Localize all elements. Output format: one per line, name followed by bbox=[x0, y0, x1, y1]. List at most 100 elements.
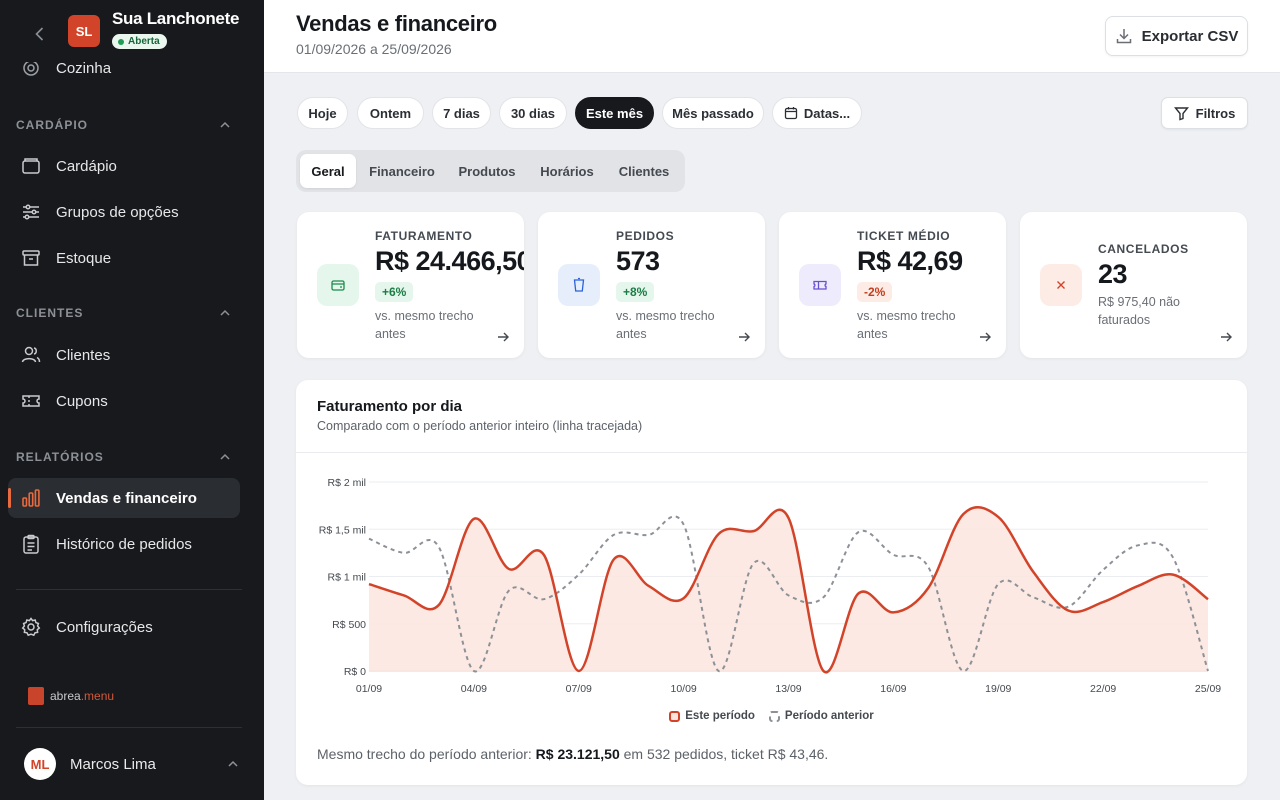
sidebar-divider bbox=[16, 589, 242, 590]
section-relatorios[interactable]: RELATÓRIOS bbox=[16, 450, 232, 464]
filters-button[interactable]: Filtros bbox=[1161, 97, 1248, 129]
tab-financeiro[interactable]: Financeiro bbox=[360, 154, 444, 188]
revenue-chart-panel: Faturamento por dia Comparado com o perí… bbox=[296, 380, 1247, 785]
chip-ontem[interactable]: Ontem bbox=[357, 97, 424, 129]
brand-mark-icon bbox=[28, 687, 44, 705]
bar-chart-icon bbox=[22, 489, 40, 507]
kpi-value: 23 bbox=[1098, 259, 1128, 289]
x-tick-label: 22/09 bbox=[1090, 683, 1116, 695]
kpi-faturamento[interactable]: FATURAMENTO R$ 24.466,50 +6% vs. mesmo t… bbox=[297, 212, 524, 358]
status-badge: Aberta bbox=[112, 34, 167, 49]
chevron-up-icon bbox=[228, 760, 238, 767]
arrow-right-icon bbox=[498, 332, 509, 342]
kpi-delta: -2% bbox=[857, 282, 893, 302]
sidebar-item-configuracoes[interactable]: Configurações bbox=[8, 607, 240, 647]
footnote-prefix: Mesmo trecho do período anterior: bbox=[317, 746, 532, 762]
tab-produtos[interactable]: Produtos bbox=[448, 154, 526, 188]
user-menu[interactable]: ML Marcos Lima bbox=[24, 748, 240, 780]
export-label: Exportar CSV bbox=[1141, 27, 1239, 45]
kpi-cancelados[interactable]: CANCELADOS 23 R$ 975,40 não faturados bbox=[1020, 212, 1247, 358]
sidebar-item-label: Estoque bbox=[56, 249, 112, 267]
section-title: CARDÁPIO bbox=[16, 118, 89, 132]
sidebar-item-label: Cardápio bbox=[56, 157, 117, 175]
legend-item-previous[interactable]: Período anterior bbox=[768, 710, 874, 722]
legend-label: Este período bbox=[685, 710, 755, 722]
kpi-ticket-medio[interactable]: TICKET MÉDIO R$ 42,69 -2% vs. mesmo trec… bbox=[779, 212, 1006, 358]
x-tick-label: 07/09 bbox=[566, 683, 592, 695]
chip-7-dias[interactable]: 7 dias bbox=[432, 97, 491, 129]
sidebar-divider bbox=[16, 727, 242, 728]
y-tick-label: R$ 1,5 mil bbox=[319, 524, 366, 536]
chip-30-dias[interactable]: 30 dias bbox=[499, 97, 567, 129]
kpi-delta: +8% bbox=[616, 282, 655, 302]
date-range: 01/09/2026 a 25/09/2026 bbox=[296, 41, 452, 57]
kpi-pedidos[interactable]: PEDIDOS 573 +8% vs. mesmo trecho antes bbox=[538, 212, 765, 358]
y-tick-label: R$ 500 bbox=[332, 619, 366, 631]
x-tick-label: 10/09 bbox=[670, 683, 696, 695]
status-text: Aberta bbox=[128, 36, 160, 47]
ticket-icon bbox=[799, 264, 841, 306]
sidebar-item-cardapio[interactable]: Cardápio bbox=[8, 146, 240, 186]
footnote-value: R$ 23.121,50 bbox=[535, 746, 620, 762]
tab-clientes[interactable]: Clientes bbox=[608, 154, 680, 188]
coupon-icon bbox=[22, 395, 40, 407]
legend-item-current[interactable]: Este período bbox=[669, 710, 755, 722]
sidebar-item-historico[interactable]: Histórico de pedidos bbox=[8, 524, 240, 564]
sidebar-item-cozinha[interactable]: Cozinha bbox=[8, 62, 240, 86]
sidebar-item-label: Histórico de pedidos bbox=[56, 535, 192, 553]
sidebar-item-clientes[interactable]: Clientes bbox=[8, 335, 240, 375]
export-csv-button[interactable]: Exportar CSV bbox=[1105, 16, 1248, 56]
legend-swatch-previous bbox=[768, 710, 780, 722]
chevron-left-icon[interactable] bbox=[30, 24, 50, 44]
chart-footnote: Mesmo trecho do período anterior: R$ 23.… bbox=[317, 746, 828, 762]
sidebar-item-vendas[interactable]: Vendas e financeiro bbox=[8, 478, 240, 518]
y-tick-label: R$ 2 mil bbox=[327, 477, 366, 489]
wallet-icon bbox=[317, 264, 359, 306]
y-tick-label: R$ 0 bbox=[344, 666, 366, 678]
section-cardapio[interactable]: CARDÁPIO bbox=[16, 118, 232, 132]
chevron-up-icon bbox=[220, 121, 230, 128]
chip-este-mes[interactable]: Este mês bbox=[575, 97, 654, 129]
section-title: CLIENTES bbox=[16, 306, 84, 320]
kpi-delta: +6% bbox=[375, 282, 414, 302]
store-logo: SL bbox=[68, 15, 100, 47]
section-clientes[interactable]: CLIENTES bbox=[16, 306, 232, 320]
chip-datas[interactable]: Datas... bbox=[772, 97, 862, 129]
tab-geral[interactable]: Geral bbox=[300, 154, 356, 188]
sidebar-item-label: Clientes bbox=[56, 346, 111, 364]
status-dot-icon bbox=[118, 38, 124, 45]
kpi-note: R$ 975,40 não faturados bbox=[1098, 295, 1181, 327]
page-header: Vendas e financeiro 01/09/2026 a 25/09/2… bbox=[264, 0, 1280, 73]
cup-icon bbox=[558, 264, 600, 306]
arrow-right-icon bbox=[1221, 332, 1232, 342]
chip-hoje[interactable]: Hoje bbox=[297, 97, 348, 129]
legend-swatch-current bbox=[669, 710, 681, 722]
sidebar-item-grupos[interactable]: Grupos de opções bbox=[8, 192, 240, 232]
x-tick-label: 13/09 bbox=[775, 683, 801, 695]
y-tick-label: R$ 1 mil bbox=[327, 572, 366, 584]
sidebar-item-label: Cupons bbox=[56, 392, 108, 410]
chip-label: Datas... bbox=[803, 105, 851, 121]
calendar-icon bbox=[784, 107, 798, 120]
store-name: Sua Lanchonete bbox=[112, 9, 240, 28]
gear-icon bbox=[21, 617, 41, 637]
brand-logo: abrea.menu bbox=[28, 687, 114, 705]
sidebar-item-estoque[interactable]: Estoque bbox=[8, 238, 240, 278]
kpi-note: vs. mesmo trecho antes bbox=[616, 309, 715, 341]
sidebar-item-cupons[interactable]: Cupons bbox=[8, 381, 240, 421]
kpi-label: TICKET MÉDIO bbox=[857, 229, 951, 243]
download-icon bbox=[1116, 29, 1131, 44]
chip-mes-passado[interactable]: Mês passado bbox=[662, 97, 764, 129]
sidebar-item-label: Grupos de opções bbox=[56, 203, 179, 221]
clipboard-icon bbox=[23, 534, 39, 554]
chevron-up-icon bbox=[220, 453, 230, 460]
sidebar-item-label: Vendas e financeiro bbox=[56, 489, 197, 507]
footnote-suffix: em 532 pedidos, ticket R$ 43,46. bbox=[623, 746, 829, 762]
sliders-icon bbox=[23, 204, 39, 220]
tab-horarios[interactable]: Horários bbox=[530, 154, 604, 188]
filter-icon bbox=[1173, 106, 1189, 120]
kpi-value: 573 bbox=[616, 246, 660, 276]
x-tick-label: 16/09 bbox=[880, 683, 906, 695]
kpi-label: FATURAMENTO bbox=[375, 229, 473, 243]
chart-subtitle: Comparado com o período anterior inteiro… bbox=[317, 419, 643, 433]
